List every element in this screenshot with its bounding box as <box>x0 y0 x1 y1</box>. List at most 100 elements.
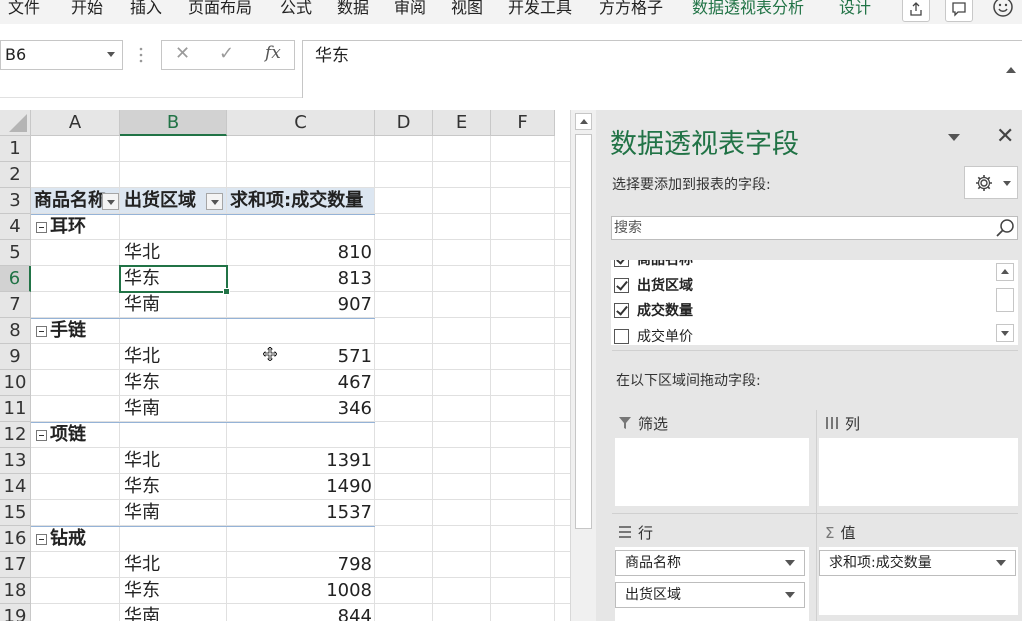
region-cell[interactable]: 华东 <box>124 578 224 604</box>
group-row[interactable]: 钻戒 <box>31 526 171 552</box>
insert-function-icon[interactable]: fx <box>265 43 281 63</box>
quantity-cell[interactable]: 571 <box>228 344 372 370</box>
row-header[interactable]: 6 <box>0 266 31 292</box>
row-header[interactable]: 7 <box>0 292 31 318</box>
collapse-icon[interactable] <box>36 222 47 233</box>
collapse-icon[interactable] <box>36 534 47 545</box>
region-cell[interactable]: 华北 <box>124 448 224 474</box>
quantity-cell[interactable]: 1008 <box>228 578 372 604</box>
row-header[interactable]: 14 <box>0 474 31 500</box>
checkbox[interactable] <box>614 328 629 344</box>
pane-options-icon[interactable] <box>948 134 960 141</box>
region-cell[interactable]: 华东 <box>124 474 224 500</box>
row-field-chip[interactable]: 出货区域 <box>615 582 805 608</box>
select-all-corner[interactable] <box>0 110 31 136</box>
column-header[interactable]: C <box>227 110 375 136</box>
quantity-cell[interactable]: 1537 <box>228 500 372 526</box>
ribbon-tab[interactable]: 页面布局 <box>188 0 252 20</box>
chevron-down-icon[interactable] <box>785 560 795 566</box>
region-cell[interactable]: 华南 <box>124 396 224 422</box>
row-header[interactable]: 11 <box>0 396 31 422</box>
ribbon-tab[interactable]: 数据 <box>337 0 369 20</box>
chevron-down-icon[interactable] <box>996 560 1006 566</box>
column-header[interactable]: D <box>375 110 433 136</box>
row-header[interactable]: 18 <box>0 578 31 604</box>
field-search-input[interactable]: 搜索 <box>611 216 1018 240</box>
ribbon-tab[interactable]: 方方格子 <box>599 0 663 20</box>
region-cell[interactable]: 华北 <box>124 552 224 578</box>
share-icon[interactable] <box>902 0 930 22</box>
row-header[interactable]: 13 <box>0 448 31 474</box>
column-header[interactable]: F <box>491 110 555 136</box>
row-header[interactable]: 15 <box>0 500 31 526</box>
row-header[interactable]: 17 <box>0 552 31 578</box>
quantity-cell[interactable]: 907 <box>228 292 372 318</box>
scroll-down-icon[interactable] <box>996 324 1014 342</box>
row-header[interactable]: 12 <box>0 422 31 448</box>
scroll-thumb[interactable] <box>996 288 1014 312</box>
enter-icon[interactable]: ✓ <box>219 43 234 64</box>
row-header[interactable]: 9 <box>0 344 31 370</box>
filter-dropdown-icon[interactable] <box>206 193 223 210</box>
region-cell[interactable]: 华南 <box>124 292 224 318</box>
row-header[interactable]: 4 <box>0 214 31 240</box>
field-list-scrollbar[interactable] <box>993 260 1018 345</box>
checkbox[interactable] <box>614 277 629 293</box>
field-item[interactable]: 商品名称 <box>614 260 693 272</box>
group-row[interactable]: 手链 <box>31 318 171 344</box>
column-header[interactable]: B <box>120 110 227 136</box>
region-cell[interactable]: 华南 <box>124 604 224 621</box>
checkbox[interactable] <box>614 260 629 267</box>
pivot-header-sum[interactable]: 求和项:成交数量 <box>230 188 375 214</box>
region-cell[interactable]: 华南 <box>124 500 224 526</box>
comment-icon[interactable] <box>945 0 973 22</box>
group-row[interactable]: 耳环 <box>31 214 171 240</box>
ribbon-tab[interactable]: 审阅 <box>394 0 426 20</box>
chevron-down-icon[interactable] <box>785 592 795 598</box>
value-field-chip[interactable]: 求和项:成交数量 <box>819 550 1016 576</box>
ribbon-tab[interactable]: 视图 <box>451 0 483 20</box>
cell-area[interactable]: 商品名称 出货区域 求和项:成交数量 耳环 华北 810 华东 813 华南 907 手链 华北… <box>31 136 570 621</box>
vertical-scrollbar[interactable] <box>570 110 596 621</box>
row-header[interactable]: 16 <box>0 526 31 552</box>
chevron-down-icon[interactable] <box>107 52 115 57</box>
quantity-cell[interactable]: 844 <box>228 604 372 621</box>
row-field-chip[interactable]: 商品名称 <box>615 550 805 576</box>
chevron-down-icon[interactable] <box>1003 181 1011 186</box>
row-header[interactable]: 10 <box>0 370 31 396</box>
name-box[interactable]: B6 <box>0 40 123 70</box>
row-header[interactable]: 1 <box>0 136 31 162</box>
row-header[interactable]: 5 <box>0 240 31 266</box>
ribbon-tab[interactable]: 开始 <box>71 0 103 20</box>
search-icon[interactable] <box>995 218 1015 238</box>
scroll-up-icon[interactable] <box>575 113 592 130</box>
region-cell[interactable]: 华北 <box>124 344 224 370</box>
close-icon[interactable]: ✕ <box>996 124 1014 149</box>
row-header[interactable]: 2 <box>0 162 31 188</box>
row-header[interactable]: 8 <box>0 318 31 344</box>
quantity-cell[interactable]: 810 <box>228 240 372 266</box>
tools-button[interactable] <box>964 166 1018 199</box>
quantity-cell[interactable]: 346 <box>228 396 372 422</box>
field-item[interactable]: 出货区域 <box>614 274 693 298</box>
smiley-icon[interactable] <box>990 0 1016 20</box>
filter-drop-zone[interactable] <box>615 438 809 506</box>
group-row[interactable]: 项链 <box>31 422 171 448</box>
field-item[interactable]: 成交单价 <box>614 325 693 346</box>
field-item[interactable]: 成交数量 <box>614 299 693 323</box>
more-options-icon[interactable] <box>139 46 143 64</box>
values-drop-zone[interactable]: 求和项:成交数量 <box>819 547 1018 615</box>
row-header[interactable]: 3 <box>0 188 31 214</box>
region-cell[interactable]: 华东 <box>124 370 224 396</box>
ribbon-tab[interactable]: 文件 <box>8 0 40 20</box>
ribbon-tab[interactable]: 设计 <box>839 0 871 20</box>
collapse-icon[interactable] <box>36 430 47 441</box>
scroll-up-icon[interactable] <box>996 263 1014 281</box>
scroll-thumb[interactable] <box>575 134 592 529</box>
quantity-cell[interactable]: 813 <box>228 266 372 292</box>
ribbon-tab[interactable]: 公式 <box>280 0 312 20</box>
quantity-cell[interactable]: 467 <box>228 370 372 396</box>
ribbon-tab[interactable]: 插入 <box>130 0 162 20</box>
formula-input[interactable]: 华东 <box>302 40 1022 98</box>
pivot-header-region[interactable]: 出货区域 <box>124 188 204 214</box>
